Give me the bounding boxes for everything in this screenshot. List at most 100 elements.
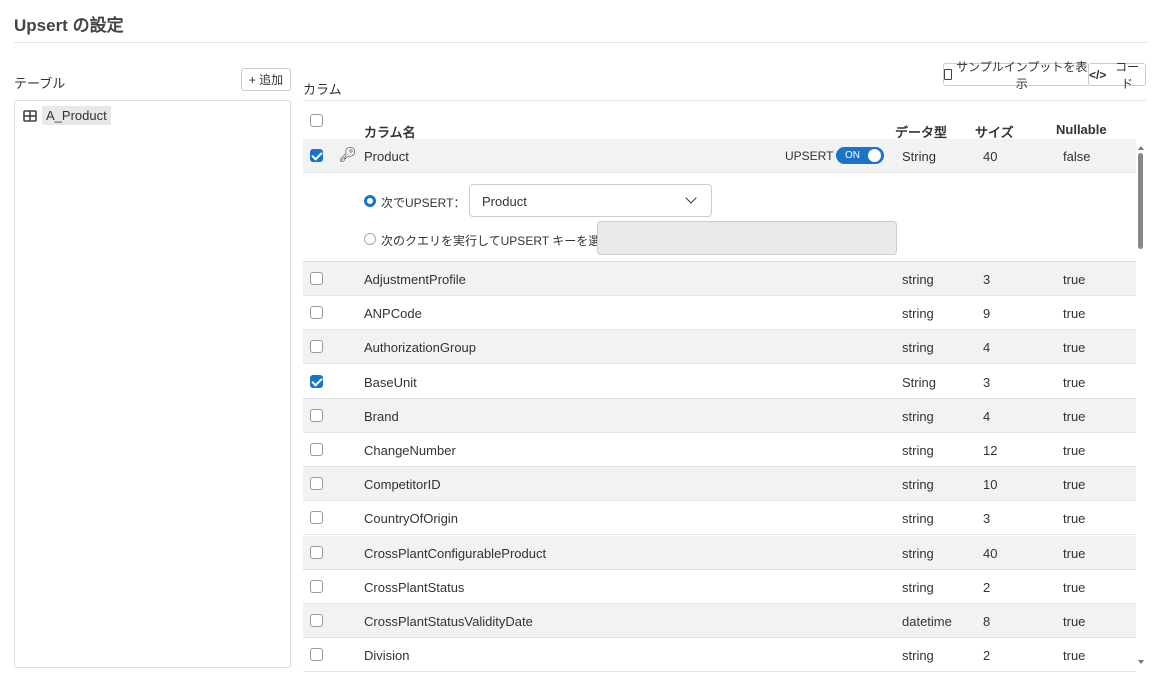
document-icon [944, 69, 953, 80]
column-name: BaseUnit [364, 374, 417, 390]
divider [14, 42, 1148, 43]
data-type: string [902, 648, 934, 664]
table-row: CrossPlantStatus string 2 true [303, 570, 1136, 604]
upsert-by-label: 次でUPSERT： [381, 196, 466, 210]
nullable: true [1063, 545, 1086, 561]
size: 2 [983, 579, 991, 595]
data-type: string [902, 340, 934, 356]
size: 8 [983, 614, 991, 629]
column-name: Product [364, 149, 409, 164]
data-type: datetime [902, 614, 952, 629]
data-type: string [902, 477, 934, 493]
data-type: string [902, 408, 934, 424]
upsert-toggle[interactable]: ON [836, 147, 884, 164]
column-name: ANPCode [364, 306, 422, 322]
tables-label: テーブル [14, 76, 66, 91]
query-input[interactable] [597, 221, 897, 255]
row-checkbox[interactable] [310, 545, 323, 559]
nullable: true [1063, 443, 1086, 458]
nullable: true [1063, 408, 1086, 424]
size: 2 [983, 648, 991, 664]
scrollbar-thumb[interactable] [1138, 153, 1143, 249]
data-type: string [902, 511, 934, 527]
data-type: String [902, 149, 936, 164]
column-name: CrossPlantStatusValidityDate [364, 614, 533, 629]
size: 40 [983, 149, 998, 164]
scroll-down-icon[interactable] [1138, 660, 1144, 667]
table-list: A_Product [14, 100, 291, 668]
row-checkbox[interactable] [310, 149, 323, 162]
upsert-by-radio[interactable] [364, 195, 376, 207]
table-row: Brand string 4 true [303, 398, 1136, 433]
size: 4 [983, 408, 991, 424]
key-icon: 🔑︎ [339, 146, 357, 162]
table-name: A_Product [42, 106, 111, 125]
nullable: true [1063, 374, 1086, 390]
select-all-checkbox[interactable] [310, 114, 323, 127]
column-name: CrossPlantStatus [364, 579, 465, 595]
key-row: 🔑︎ Product UPSERT ON String 40 false [303, 139, 1136, 173]
column-name: Brand [364, 408, 399, 424]
table-row: CrossPlantStatusValidityDate datetime 8 … [303, 604, 1136, 638]
nullable: true [1063, 648, 1086, 664]
table-row: BaseUnit String 3 true [303, 365, 1136, 399]
table-item[interactable]: A_Product [23, 106, 111, 125]
row-checkbox[interactable] [310, 272, 323, 285]
table-row: AuthorizationGroup string 4 true [303, 330, 1136, 365]
row-checkbox[interactable] [310, 648, 323, 662]
table-row: CountryOfOrigin string 3 true [303, 501, 1136, 536]
size: 12 [983, 443, 998, 458]
chevron-down-icon [685, 192, 697, 204]
row-checkbox[interactable] [310, 511, 323, 525]
size: 3 [983, 272, 991, 287]
table-icon [23, 109, 37, 122]
columns-divider [303, 100, 1146, 101]
column-name: Division [364, 648, 410, 664]
data-type: string [902, 579, 934, 595]
row-checkbox[interactable] [310, 477, 323, 491]
row-checkbox[interactable] [310, 579, 323, 593]
row-checkbox[interactable] [310, 408, 323, 422]
table-row: Division string 2 true [303, 638, 1136, 673]
query-radio[interactable] [364, 233, 376, 245]
code-icon: </> [1089, 67, 1107, 82]
show-sample-input-button[interactable]: サンプルインプットを表示 [943, 60, 1089, 91]
column-name: AdjustmentProfile [364, 272, 466, 287]
table-row: CompetitorID string 10 true [303, 467, 1136, 502]
nullable: true [1063, 340, 1086, 356]
nullable: true [1063, 477, 1086, 493]
data-type: string [902, 545, 934, 561]
row-checkbox[interactable] [310, 306, 323, 320]
size: 3 [983, 374, 991, 390]
row-checkbox[interactable] [310, 374, 323, 388]
data-type: string [902, 306, 934, 322]
scrollbar[interactable] [1136, 139, 1146, 667]
nullable: true [1063, 272, 1086, 287]
add-table-button[interactable]: + 追加 [241, 68, 291, 91]
nullable: true [1063, 306, 1086, 322]
table-row: ANPCode string 9 true [303, 296, 1136, 331]
size: 4 [983, 340, 991, 356]
row-checkbox[interactable] [310, 340, 323, 354]
scroll-up-icon[interactable] [1138, 143, 1144, 150]
page-title: Upsert の設定 [14, 16, 124, 35]
upsert-key-select[interactable]: Product [469, 184, 712, 217]
table-row: AdjustmentProfile string 3 true [303, 262, 1136, 296]
column-name: AuthorizationGroup [364, 340, 477, 356]
row-checkbox[interactable] [310, 614, 323, 627]
column-name: CompetitorID [364, 477, 441, 493]
nullable: true [1063, 579, 1086, 595]
data-type: string [902, 443, 934, 458]
header-nullable: Nullable [1056, 122, 1107, 137]
nullable: true [1063, 511, 1086, 527]
nullable: false [1063, 149, 1091, 164]
size: 3 [983, 511, 991, 527]
nullable: true [1063, 614, 1086, 629]
table-row: ChangeNumber string 12 true [303, 433, 1136, 467]
query-label: 次のクエリを実行してUPSERT キーを選択 [381, 234, 613, 248]
row-checkbox[interactable] [310, 443, 323, 456]
columns-label: カラム [303, 82, 342, 97]
code-button[interactable]: </> コード [1088, 60, 1146, 91]
table-row: CrossPlantConfigurableProduct string 40 … [303, 535, 1136, 570]
column-name: ChangeNumber [364, 443, 456, 458]
